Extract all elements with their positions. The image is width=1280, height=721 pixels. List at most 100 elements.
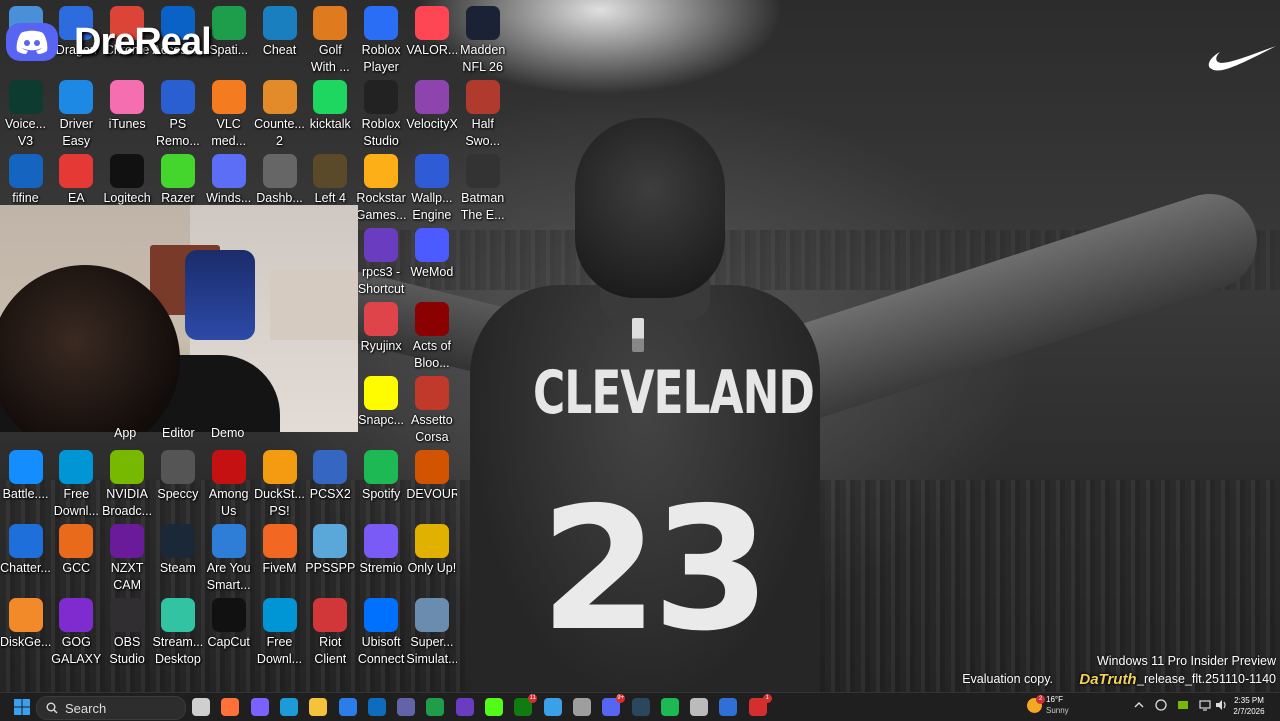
discord-icon[interactable]: 9+ — [602, 694, 626, 716]
remote-icon[interactable] — [719, 698, 738, 716]
outlook-icon[interactable] — [367, 698, 386, 716]
teams-icon[interactable] — [397, 698, 416, 716]
streamlabs-icon — [160, 598, 195, 632]
store-icon[interactable] — [338, 698, 357, 716]
desktop-shortcut[interactable]: Free Downl... — [51, 448, 102, 520]
network-icon[interactable] — [1198, 698, 1212, 712]
desktop-shortcut[interactable]: Free Downl... — [254, 596, 305, 668]
desktop-shortcut[interactable]: GOG GALAXY — [51, 596, 102, 668]
desktop-shortcut[interactable]: DEVOUR — [406, 448, 457, 520]
desktop-shortcut[interactable]: NZXT CAM — [102, 522, 153, 594]
rpcs3-icon[interactable] — [455, 698, 474, 716]
wemod-icon — [414, 228, 449, 262]
vlc-icon — [211, 80, 246, 114]
ea-icon — [59, 154, 94, 188]
desktop-shortcut[interactable]: iTunes — [102, 78, 153, 150]
desktop-shortcut[interactable]: kicktalk — [305, 78, 356, 150]
desktop-shortcut[interactable]: Acts of Bloo... — [406, 300, 457, 372]
desktop-shortcut[interactable]: NVIDIA Broadc... — [102, 448, 153, 520]
steam-icon[interactable] — [631, 698, 650, 716]
windows-start-icon[interactable] — [13, 698, 31, 716]
spotify-icon[interactable] — [660, 698, 679, 716]
desktop-shortcut[interactable]: Counte... 2 — [254, 78, 305, 150]
edge-icon[interactable] — [279, 698, 298, 716]
desktop-shortcut[interactable]: Stremio — [356, 522, 407, 594]
weather-widget[interactable]: 2 16°F Sunny — [1026, 695, 1096, 719]
task-view-icon[interactable] — [192, 698, 210, 716]
desktop-shortcut-label: Super... Simulat... — [406, 635, 458, 666]
desktop-shortcut[interactable]: Roblox Studio — [356, 78, 407, 150]
duckstation-icon — [262, 450, 297, 484]
desktop-shortcut[interactable]: FiveM — [254, 522, 305, 594]
clock-time: 2:35 PM — [1234, 696, 1264, 705]
desktop-shortcut[interactable]: Stream... Desktop — [152, 596, 203, 668]
desktop-shortcut[interactable]: Wallp... Engine — [406, 152, 457, 224]
desktop-shortcut[interactable]: Assetto Corsa — [406, 374, 457, 446]
firefox-icon[interactable] — [221, 698, 240, 716]
desktop-shortcut[interactable]: rpcs3 - Shortcut — [356, 226, 407, 298]
github-icon[interactable] — [690, 698, 709, 716]
desktop-shortcut[interactable]: Batman The E... — [457, 152, 508, 224]
desktop-shortcut-label: DEVOUR — [406, 487, 458, 501]
desktop-shortcut[interactable]: Half Swo... — [457, 78, 508, 150]
desktop-shortcut-label: Counte... 2 — [254, 117, 305, 148]
desktop-shortcut[interactable]: Only Up! — [406, 522, 457, 594]
chevron-up-icon[interactable] — [1132, 698, 1146, 712]
desktop-shortcut[interactable]: DuckSt... PS! — [254, 448, 305, 520]
only-up-icon — [414, 524, 449, 558]
copilot-icon[interactable] — [250, 698, 269, 716]
desktop-shortcut[interactable]: VelocityX — [406, 78, 457, 150]
desktop-shortcut[interactable]: Super... Simulat... — [406, 596, 457, 668]
photos-icon[interactable] — [543, 698, 562, 716]
desktop-shortcut[interactable]: OBS Studio — [102, 596, 153, 668]
desktop-shortcut[interactable]: Are You Smart... — [203, 522, 254, 594]
wallpaper-player-right-arm — [745, 181, 1270, 433]
desktop-shortcut-label: Acts of Bloo... — [412, 339, 451, 370]
green-app-icon[interactable] — [426, 698, 445, 716]
desktop-shortcut-label: VALOR... — [406, 43, 458, 57]
desktop-shortcut[interactable]: Riot Client — [305, 596, 356, 668]
desktop-shortcut[interactable]: Among Us — [203, 448, 254, 520]
streamer-name: DreReal — [74, 20, 212, 63]
desktop-shortcut[interactable]: Spotify — [356, 448, 407, 520]
desktop-shortcut[interactable]: DiskGe... — [0, 596, 51, 668]
app-red-icon[interactable]: 1 — [748, 694, 772, 716]
desktop-shortcut[interactable]: VLC med... — [203, 78, 254, 150]
desktop-shortcut[interactable]: PS Remo... — [152, 78, 203, 150]
desktop-shortcut[interactable]: Cheat — [254, 4, 305, 76]
desktop-shortcut-label: CapCut — [207, 635, 250, 649]
kick-icon[interactable] — [485, 698, 503, 716]
tray-app-icon[interactable] — [1154, 698, 1168, 712]
desktop-shortcut[interactable]: Battle.... — [0, 448, 51, 520]
desktop-shortcut[interactable]: Madden NFL 26 — [457, 4, 508, 76]
spatial-icon — [211, 6, 246, 40]
taskbar-clock[interactable]: 2:35 PM 2/7/2026 — [1226, 695, 1272, 717]
spotify-icon — [364, 450, 399, 484]
desktop-shortcut[interactable]: Golf With ... — [305, 4, 356, 76]
desktop-shortcut[interactable]: VALOR... — [406, 4, 457, 76]
desktop-shortcut[interactable]: Rockstar Games... — [356, 152, 407, 224]
nvidia-tray-icon[interactable] — [1176, 698, 1190, 712]
speccy-icon — [160, 450, 195, 484]
xbox-icon[interactable]: 11 — [514, 694, 538, 716]
desktop-shortcut[interactable]: Roblox Player — [356, 4, 407, 76]
taskbar-search-box[interactable]: Search — [36, 696, 186, 720]
desktop-shortcut[interactable]: Chatter... — [0, 522, 51, 594]
desktop-shortcut-label: VLC med... — [211, 117, 247, 148]
desktop-shortcut[interactable]: Ryujinx — [356, 300, 407, 372]
desktop-shortcut[interactable]: Speccy — [152, 448, 203, 520]
gog-icon — [59, 598, 94, 632]
desktop-shortcut[interactable]: Voice... V3 — [0, 78, 51, 150]
desktop-shortcut[interactable]: GCC — [51, 522, 102, 594]
desktop-shortcut[interactable]: Snapc... — [356, 374, 407, 446]
file-explorer-icon[interactable] — [309, 698, 328, 716]
desktop-shortcut[interactable]: Driver Easy — [51, 78, 102, 150]
assetto-corsa-icon — [414, 376, 449, 410]
desktop-shortcut[interactable]: Ubisoft Connect — [356, 596, 407, 668]
settings-icon[interactable] — [572, 698, 591, 716]
desktop-shortcut[interactable]: WeMod — [406, 226, 457, 298]
desktop-shortcut[interactable]: PPSSPP — [305, 522, 356, 594]
desktop-shortcut[interactable]: PCSX2 — [305, 448, 356, 520]
desktop-shortcut[interactable]: CapCut — [203, 596, 254, 668]
desktop-shortcut[interactable]: Steam — [152, 522, 203, 594]
